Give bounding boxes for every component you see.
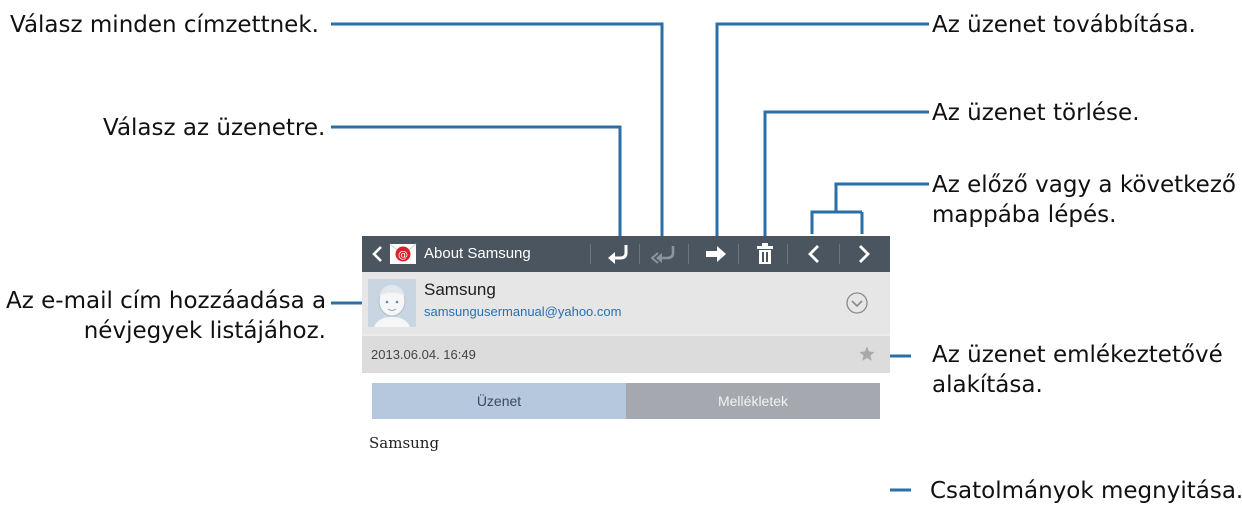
action-bar: @ About Samsung [362,236,890,272]
delete-icon[interactable] [755,243,775,269]
reply-icon[interactable] [606,243,632,269]
divider [639,244,640,264]
tab-attachments[interactable]: Mellékletek [626,383,880,419]
reply-all-icon[interactable] [650,243,677,269]
sender-name: Samsung [424,280,496,299]
message-datetime: 2013.06.04. 16:49 [371,347,476,362]
callout-delete: Az üzenet törlése. [932,100,1140,126]
callout-prev-next-line2: mappába lépés. [932,202,1117,228]
callout-add-contact-line2: névjegyek listájához. [83,318,326,344]
avatar[interactable] [368,279,416,327]
next-icon[interactable] [856,243,872,269]
divider [590,244,591,264]
divider [787,244,788,264]
callout-forward: Az üzenet továbbítása. [932,12,1196,38]
email-viewer-screen: @ About Samsung Samsung samsungusermanua… [362,236,890,529]
callout-reminder-line2: alakítása. [932,372,1043,398]
back-icon[interactable] [370,244,384,268]
forward-icon[interactable] [704,244,728,268]
tab-message[interactable]: Üzenet [372,383,626,419]
message-header: Samsung samsungusermanual@yahoo.com [362,272,890,334]
callout-reply-all: Válasz minden címzettnek. [10,12,319,38]
svg-text:@: @ [398,250,408,261]
chevron-down-icon[interactable] [846,292,868,314]
callout-reply: Válasz az üzenetre. [103,115,326,141]
sender-email[interactable]: samsungusermanual@yahoo.com [424,304,621,319]
divider [839,244,840,264]
email-app-icon[interactable]: @ [389,241,417,271]
divider [688,244,689,264]
callout-reminder: Az üzenet emlékeztetővé alakítása. [932,340,1223,400]
previous-icon[interactable] [806,243,822,269]
message-subject-title: About Samsung [424,245,531,262]
message-date-row: 2013.06.04. 16:49 [362,336,890,373]
callout-prev-next-line1: Az előző vagy a következő [932,172,1236,198]
callout-add-contact: Az e-mail cím hozzáadása a névjegyek lis… [6,286,326,346]
divider [738,244,739,264]
message-content: Üzenet Mellékletek Samsung [362,373,890,529]
callout-add-contact-line1: Az e-mail cím hozzáadása a [6,288,327,314]
callout-prev-next: Az előző vagy a következő mappába lépés. [932,170,1236,230]
star-icon[interactable] [858,345,876,363]
callout-reminder-line1: Az üzenet emlékeztetővé [932,342,1223,368]
callout-attachments: Csatolmányok megnyitása. [930,478,1242,504]
message-body: Samsung [369,434,440,452]
